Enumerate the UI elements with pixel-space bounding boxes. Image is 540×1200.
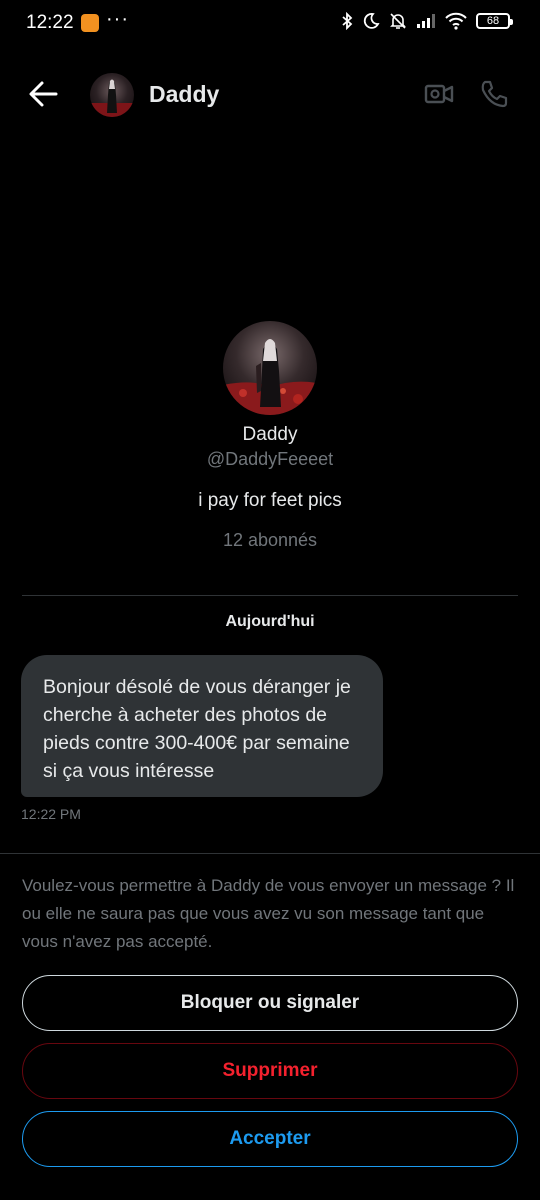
message-request-prompt: Voulez-vous permettre à Daddy de vous en… (22, 876, 515, 951)
status-bar: 12:22 ··· 68 (0, 0, 540, 46)
battery-icon: 68 (476, 13, 513, 29)
bluetooth-icon (342, 12, 353, 30)
moon-icon (363, 13, 380, 29)
accept-button[interactable]: Accepter (22, 1111, 518, 1167)
wifi-icon (445, 12, 467, 30)
phone-icon[interactable] (478, 78, 510, 110)
divider (0, 853, 540, 854)
app-notification-icon (81, 14, 99, 32)
block-report-button[interactable]: Bloquer ou signaler (22, 975, 518, 1031)
divider (22, 595, 518, 596)
profile-followers[interactable]: 12 abonnés (0, 530, 540, 551)
header-avatar[interactable] (90, 73, 134, 117)
signal-icon (417, 14, 435, 28)
video-call-icon[interactable] (423, 78, 455, 110)
profile-avatar[interactable] (223, 321, 317, 415)
back-arrow-icon[interactable] (26, 78, 60, 110)
header-title: Daddy (149, 81, 220, 107)
profile-bio: i pay for feet pics (198, 490, 342, 511)
profile-handle: @DaddyFeeeet (206, 449, 334, 469)
status-time: 12:22 (26, 12, 74, 33)
message-bubble[interactable]: Bonjour désolé de vous déranger je cherc… (21, 655, 383, 797)
message-timestamp: 12:22 PM (21, 806, 81, 822)
date-separator: Aujourd'hui (225, 613, 315, 630)
delete-button[interactable]: Supprimer (22, 1043, 518, 1099)
battery-level: 68 (486, 15, 500, 27)
profile-name: Daddy (242, 424, 298, 445)
more-notifications-icon: ··· (106, 8, 129, 30)
bell-muted-icon (390, 13, 406, 29)
conversation-header: Daddy (0, 62, 540, 126)
